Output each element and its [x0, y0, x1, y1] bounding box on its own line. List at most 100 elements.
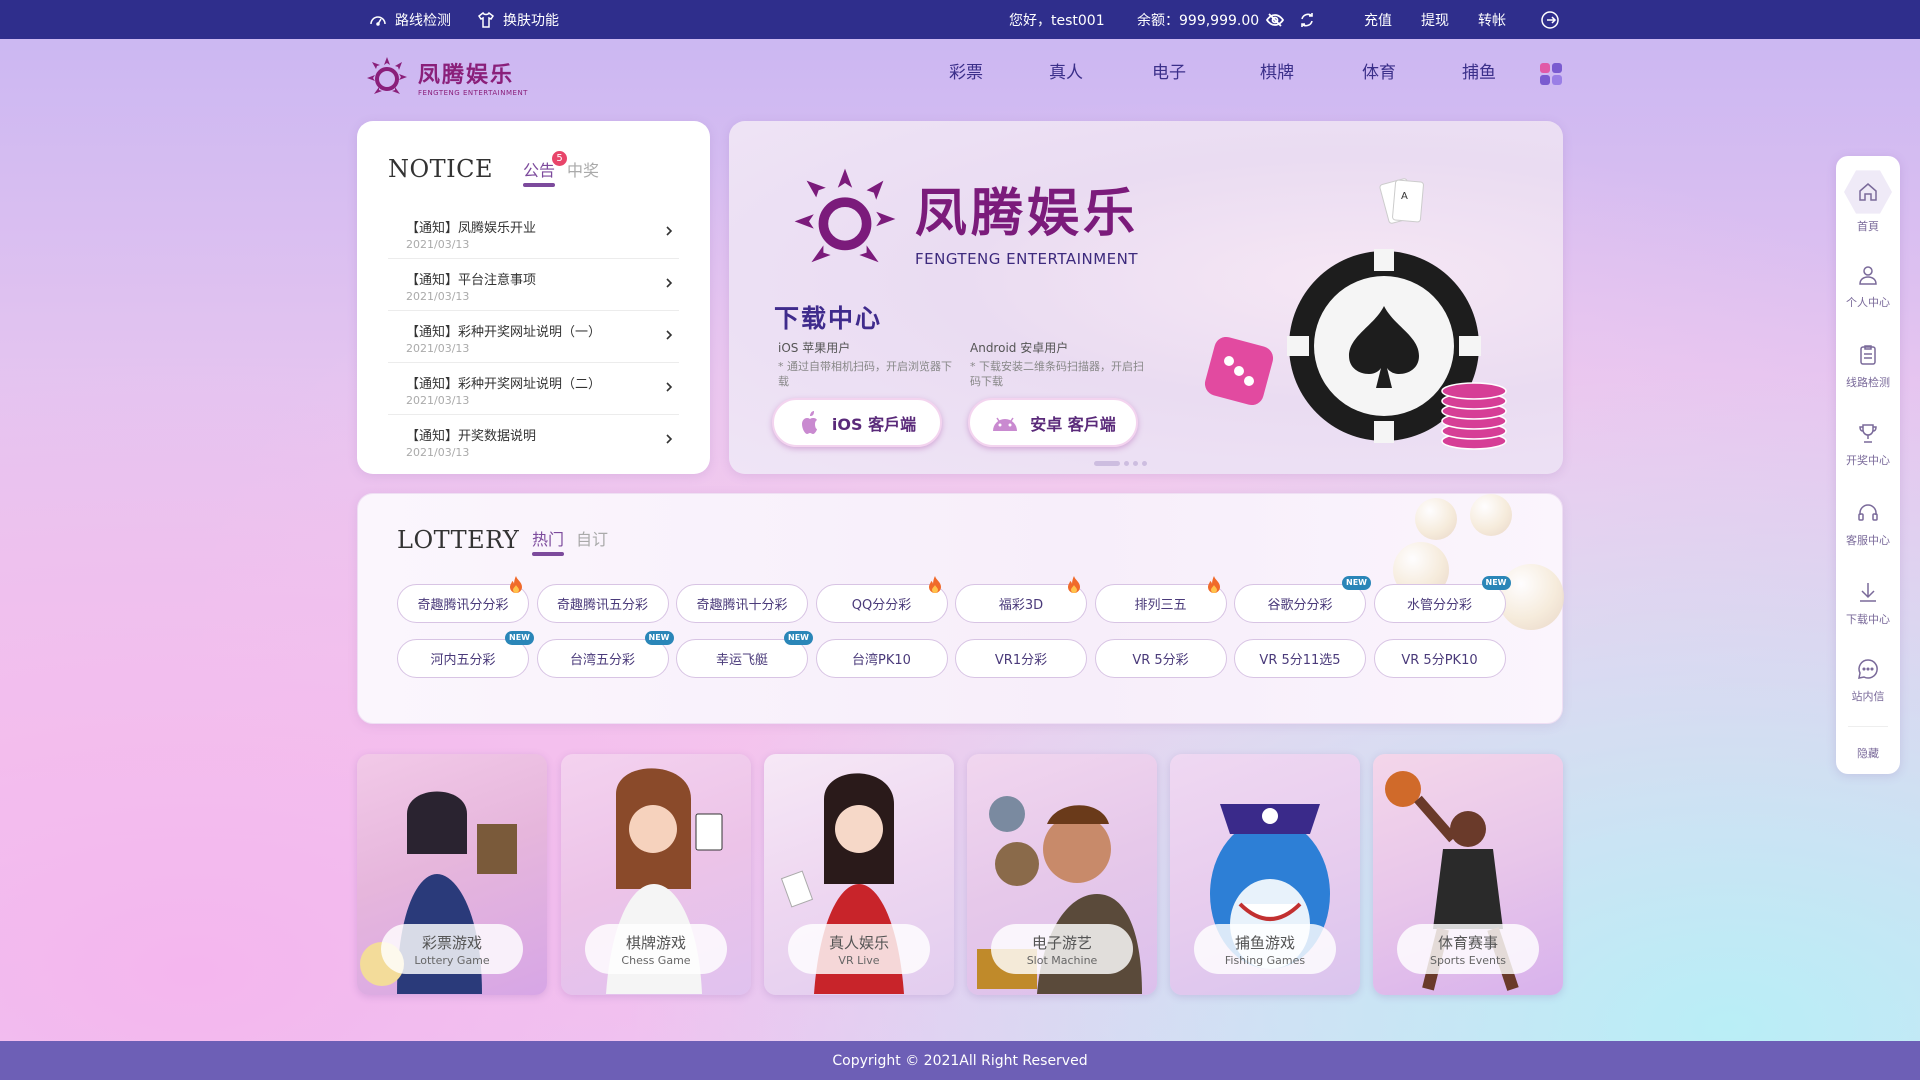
- lottery-game-button[interactable]: VR 5分11选5: [1234, 639, 1366, 678]
- category-name-cn: 电子游艺: [1031, 933, 1092, 952]
- lottery-tabs: 热门 自订: [532, 526, 608, 556]
- lottery-game-label: 奇趣腾讯五分彩: [556, 598, 648, 613]
- lottery-game-label: 排列三五: [1134, 598, 1187, 613]
- chevron-right-icon: [666, 434, 673, 444]
- route-check-label: 路线检测: [395, 12, 451, 29]
- nav-chess[interactable]: 棋牌: [1260, 58, 1294, 83]
- nav-electronic[interactable]: 电子: [1152, 58, 1186, 83]
- lottery-game-button[interactable]: 奇趣腾讯分分彩: [397, 576, 529, 623]
- sidebar-item-profile[interactable]: 个人中心: [1836, 263, 1900, 310]
- ios-download-button[interactable]: iOS 客戶端: [772, 398, 942, 447]
- lottery-game-button[interactable]: VR1分彩: [955, 639, 1087, 678]
- apple-icon: [801, 410, 817, 434]
- lottery-game-button[interactable]: VR 5分PK10: [1373, 639, 1506, 678]
- lottery-game-button[interactable]: 河内五分彩 NEW: [397, 631, 534, 678]
- tab-custom[interactable]: 自订: [576, 526, 608, 554]
- chevron-right-icon: [666, 226, 673, 236]
- sidebar-item-support[interactable]: 客服中心: [1836, 501, 1900, 548]
- withdraw-link[interactable]: 提现: [1421, 0, 1449, 39]
- category-name-en: Slot Machine: [1026, 953, 1098, 967]
- android-download-button[interactable]: 安卓 客戶端: [968, 398, 1138, 447]
- lottery-game-button[interactable]: 奇趣腾讯五分彩: [536, 584, 669, 623]
- lottery-game-button[interactable]: 台湾五分彩 NEW: [536, 631, 674, 678]
- lottery-game-button[interactable]: 幸运飞艇 NEW: [676, 631, 813, 678]
- chevron-right-icon: [666, 330, 673, 340]
- skin-switch-button[interactable]: 换肤功能: [476, 0, 559, 39]
- notice-item-date: 2021/03/13: [406, 342, 470, 355]
- new-badge: NEW: [505, 631, 534, 645]
- lottery-game-label: VR 5分彩: [1132, 653, 1189, 668]
- apps-grid-icon[interactable]: [1540, 63, 1562, 85]
- notice-item[interactable]: 【通知】彩种开奖网址说明（二） 2021/03/13: [388, 363, 679, 415]
- speedometer-icon: [368, 10, 388, 30]
- category-card-fishing[interactable]: 捕鱼游戏 Fishing Games: [1170, 754, 1360, 995]
- logout-button[interactable]: [1540, 0, 1560, 39]
- category-label: 体育赛事 Sports Events: [1397, 924, 1539, 974]
- sidebar-item-download[interactable]: 下载中心: [1836, 580, 1900, 627]
- lottery-game-button[interactable]: 排列三五: [1094, 576, 1227, 623]
- tab-hot[interactable]: 热门: [532, 526, 565, 556]
- category-label: 真人娱乐 VR Live: [788, 924, 930, 974]
- svg-text:A: A: [1401, 191, 1408, 202]
- lottery-game-label: 谷歌分分彩: [1267, 598, 1333, 613]
- lottery-game-button[interactable]: VR 5分彩: [1094, 639, 1227, 678]
- sidebar-hide-button[interactable]: 隐藏: [1836, 745, 1900, 761]
- carousel-dot[interactable]: [1133, 461, 1138, 466]
- notice-list: 【通知】凤腾娱乐开业 2021/03/13 【通知】平台注意事项 2021/03…: [388, 207, 679, 457]
- nav-sports[interactable]: 体育: [1362, 58, 1396, 83]
- sidebar-item-draw-center[interactable]: 开奖中心: [1836, 421, 1900, 468]
- nav-live[interactable]: 真人: [1049, 58, 1083, 83]
- skin-switch-label: 换肤功能: [503, 12, 559, 29]
- carousel-dot-active[interactable]: [1094, 461, 1120, 466]
- logo-text-cn: 凤腾娱乐: [418, 62, 515, 88]
- notice-tabs: 公告 5 中奖: [523, 151, 599, 187]
- category-name-cn: 捕鱼游戏: [1234, 933, 1295, 952]
- lottery-panel: LOTTERY 热门 自订 奇趣腾讯分分彩 奇趣腾讯五分彩 奇趣腾讯十分彩 QQ分分彩…: [357, 493, 1564, 724]
- notice-item[interactable]: 【通知】开奖数据说明 2021/03/13: [388, 415, 679, 457]
- category-card-chess[interactable]: 棋牌游戏 Chess Game: [561, 754, 751, 995]
- lottery-game-button[interactable]: 奇趣腾讯十分彩: [676, 584, 808, 623]
- category-card-live[interactable]: 真人娱乐 VR Live: [764, 754, 954, 995]
- sidebar-item-home[interactable]: 首頁: [1836, 168, 1900, 234]
- recharge-link[interactable]: 充值: [1364, 0, 1392, 39]
- refresh-balance-button[interactable]: [1297, 0, 1317, 39]
- sidebar-item-messages[interactable]: 站内信: [1836, 657, 1900, 704]
- lottery-game-button[interactable]: 福彩3D: [955, 576, 1087, 623]
- lottery-ball-decoration: [1415, 498, 1457, 540]
- phoenix-logo-icon: [367, 57, 407, 94]
- category-card-slot[interactable]: 电子游艺 Slot Machine: [967, 754, 1157, 995]
- transfer-link[interactable]: 转帐: [1478, 0, 1506, 39]
- lottery-game-button[interactable]: 水管分分彩 NEW: [1373, 576, 1511, 623]
- headset-icon: [1858, 504, 1878, 521]
- tab-announcement-label: 公告: [523, 161, 556, 180]
- android-instructions: Android 安卓用户 * 下载安装二维条码扫描器，开启扫码下载: [970, 339, 1150, 389]
- hide-balance-button[interactable]: [1265, 0, 1285, 39]
- route-check-button[interactable]: 路线检测: [368, 0, 451, 39]
- banner-brand-en: FENGTENG ENTERTAINMENT: [915, 249, 1139, 268]
- category-card-sports[interactable]: 体育赛事 Sports Events: [1373, 754, 1563, 995]
- tab-announcement[interactable]: 公告 5: [523, 151, 568, 187]
- home-icon: [1844, 170, 1892, 214]
- sidebar-item-route-check[interactable]: 线路检测: [1836, 343, 1900, 390]
- download-icon: [1860, 583, 1876, 602]
- phoenix-logo-icon: [794, 168, 896, 263]
- lottery-game-label: 台湾五分彩: [569, 653, 635, 668]
- unread-badge: 5: [552, 151, 568, 166]
- android-icon: [993, 417, 1018, 431]
- lottery-game-label: QQ分分彩: [851, 598, 912, 613]
- lottery-game-button[interactable]: QQ分分彩: [815, 576, 948, 623]
- category-card-lottery[interactable]: 彩票游戏 Lottery Game: [357, 754, 547, 995]
- nav-lottery[interactable]: 彩票: [949, 58, 983, 83]
- nav-fishing[interactable]: 捕鱼: [1462, 58, 1496, 83]
- notice-item[interactable]: 【通知】凤腾娱乐开业 2021/03/13: [388, 207, 679, 259]
- notice-item-title: 【通知】开奖数据说明: [406, 429, 537, 444]
- site-logo[interactable]: 凤腾娱乐 FENGTENG ENTERTAINMENT: [362, 51, 542, 103]
- carousel-dot[interactable]: [1142, 461, 1147, 466]
- notice-item[interactable]: 【通知】平台注意事项 2021/03/13: [388, 259, 679, 311]
- lottery-game-button[interactable]: 台湾PK10: [815, 639, 948, 678]
- lottery-game-button[interactable]: 谷歌分分彩 NEW: [1234, 576, 1371, 623]
- carousel-dot[interactable]: [1124, 461, 1129, 466]
- notice-item[interactable]: 【通知】彩种开奖网址说明（一） 2021/03/13: [388, 311, 679, 363]
- tab-winning[interactable]: 中奖: [567, 157, 599, 185]
- chat-bubble-icon: [1858, 659, 1878, 679]
